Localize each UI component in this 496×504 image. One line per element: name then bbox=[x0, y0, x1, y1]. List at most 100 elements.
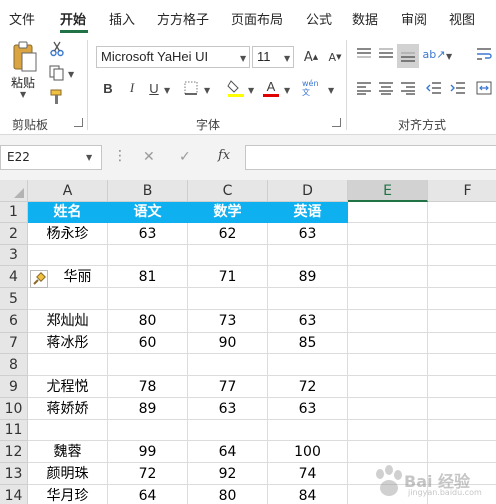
cell-c14[interactable]: 80 bbox=[188, 485, 268, 504]
cell-d13[interactable]: 74 bbox=[268, 463, 348, 485]
row-header[interactable]: 8 bbox=[0, 354, 28, 376]
cell-c10[interactable]: 63 bbox=[188, 398, 268, 420]
cell-d14[interactable]: 84 bbox=[268, 485, 348, 504]
tab-formulas[interactable]: 公式 bbox=[306, 9, 332, 28]
cell-e10[interactable] bbox=[348, 398, 428, 420]
row-header[interactable]: 5 bbox=[0, 288, 28, 310]
cell-c11[interactable] bbox=[188, 420, 268, 441]
tab-data[interactable]: 数据 bbox=[352, 9, 378, 28]
row-header[interactable]: 2 bbox=[0, 223, 28, 245]
cell-c1[interactable]: 数学 bbox=[188, 202, 268, 223]
cell-e2[interactable] bbox=[348, 223, 428, 245]
underline-icon[interactable]: U bbox=[146, 78, 162, 98]
spreadsheet-grid[interactable]: ABCDEF 1 姓名 语文 数学 英语 2 杨永珍 63 62 63 3 4 华丽 81 71 89 5 6 郑灿… bbox=[0, 180, 496, 504]
cell-c12[interactable]: 64 bbox=[188, 441, 268, 463]
fill-color-icon[interactable] bbox=[226, 76, 246, 100]
row-header[interactable]: 9 bbox=[0, 376, 28, 398]
italic-icon[interactable]: I bbox=[124, 78, 140, 98]
orientation-dropdown-icon[interactable]: ▼ bbox=[446, 52, 452, 61]
row-header[interactable]: 4 bbox=[0, 266, 28, 288]
paste-dropdown-icon[interactable]: ▼ bbox=[20, 90, 26, 99]
cell-d11[interactable] bbox=[268, 420, 348, 441]
cell-a9[interactable]: 尤程悦 bbox=[28, 376, 108, 398]
cell-e12[interactable] bbox=[348, 441, 428, 463]
cell-f4[interactable] bbox=[428, 266, 496, 288]
cell-a3[interactable] bbox=[28, 245, 108, 266]
tab-insert[interactable]: 插入 bbox=[109, 9, 135, 28]
format-painter-icon[interactable] bbox=[48, 88, 66, 106]
cell-f8[interactable] bbox=[428, 354, 496, 376]
copy-dropdown-icon[interactable]: ▼ bbox=[68, 70, 74, 79]
enter-icon[interactable]: ✓ bbox=[179, 149, 191, 165]
cell-d9[interactable]: 72 bbox=[268, 376, 348, 398]
cell-c13[interactable]: 92 bbox=[188, 463, 268, 485]
column-header-d[interactable]: D bbox=[268, 180, 348, 202]
cell-b14[interactable]: 64 bbox=[108, 485, 188, 504]
row-header[interactable]: 3 bbox=[0, 245, 28, 266]
cell-a1[interactable]: 姓名 bbox=[28, 202, 108, 223]
name-box-dropdown-icon[interactable]: ▼ bbox=[86, 153, 92, 162]
cell-b11[interactable] bbox=[108, 420, 188, 441]
cell-e6[interactable] bbox=[348, 310, 428, 333]
formula-bar-grip-icon[interactable]: ⋮ bbox=[113, 148, 127, 164]
paste-icon[interactable] bbox=[10, 40, 40, 74]
cell-e11[interactable] bbox=[348, 420, 428, 441]
cell-c2[interactable]: 62 bbox=[188, 223, 268, 245]
cell-f7[interactable] bbox=[428, 333, 496, 354]
font-dialog-launcher-icon[interactable] bbox=[332, 118, 341, 127]
cell-e5[interactable] bbox=[348, 288, 428, 310]
cell-b1[interactable]: 语文 bbox=[108, 202, 188, 223]
cell-b8[interactable] bbox=[108, 354, 188, 376]
align-middle-icon[interactable] bbox=[376, 44, 396, 64]
tab-fangfang[interactable]: 方方格子 bbox=[157, 9, 209, 28]
select-all-button[interactable] bbox=[0, 180, 28, 202]
cell-a2[interactable]: 杨永珍 bbox=[28, 223, 108, 245]
cell-f9[interactable] bbox=[428, 376, 496, 398]
bold-icon[interactable]: B bbox=[100, 78, 116, 98]
column-header-e[interactable]: E bbox=[348, 180, 428, 202]
cell-c9[interactable]: 77 bbox=[188, 376, 268, 398]
column-header-f[interactable]: F bbox=[428, 180, 496, 202]
cell-a6[interactable]: 郑灿灿 bbox=[28, 310, 108, 333]
cancel-icon[interactable]: ✕ bbox=[143, 149, 155, 165]
cell-d4[interactable]: 89 bbox=[268, 266, 348, 288]
cell-e8[interactable] bbox=[348, 354, 428, 376]
cell-c7[interactable]: 90 bbox=[188, 333, 268, 354]
cell-a12[interactable]: 魏蓉 bbox=[28, 441, 108, 463]
cell-d1[interactable]: 英语 bbox=[268, 202, 348, 223]
cell-d5[interactable] bbox=[268, 288, 348, 310]
merge-center-icon[interactable] bbox=[474, 78, 494, 98]
column-header-c[interactable]: C bbox=[188, 180, 268, 202]
decrease-indent-icon[interactable] bbox=[424, 78, 444, 98]
borders-icon[interactable] bbox=[182, 78, 200, 98]
cell-d7[interactable]: 85 bbox=[268, 333, 348, 354]
cell-a11[interactable] bbox=[28, 420, 108, 441]
orientation-icon[interactable]: ab↗ bbox=[423, 44, 446, 64]
cell-e13[interactable] bbox=[348, 463, 428, 485]
phonetic-dropdown-icon[interactable]: ▼ bbox=[328, 86, 334, 95]
tab-page-layout[interactable]: 页面布局 bbox=[231, 9, 283, 28]
borders-dropdown-icon[interactable]: ▼ bbox=[204, 86, 210, 95]
row-header[interactable]: 11 bbox=[0, 420, 28, 441]
cell-a13[interactable]: 颜明珠 bbox=[28, 463, 108, 485]
cell-b10[interactable]: 89 bbox=[108, 398, 188, 420]
cell-e7[interactable] bbox=[348, 333, 428, 354]
cell-d8[interactable] bbox=[268, 354, 348, 376]
row-header[interactable]: 14 bbox=[0, 485, 28, 504]
increase-font-icon[interactable]: A ▲ bbox=[300, 46, 322, 68]
align-top-icon[interactable] bbox=[354, 44, 374, 64]
cell-b5[interactable] bbox=[108, 288, 188, 310]
underline-dropdown-icon[interactable]: ▼ bbox=[164, 86, 170, 95]
column-header-a[interactable]: A bbox=[28, 180, 108, 202]
cell-f10[interactable] bbox=[428, 398, 496, 420]
cell-f11[interactable] bbox=[428, 420, 496, 441]
decrease-font-icon[interactable]: A ▼ bbox=[324, 46, 346, 68]
tab-view[interactable]: 视图 bbox=[449, 9, 475, 28]
cell-c5[interactable] bbox=[188, 288, 268, 310]
tab-home[interactable]: 开始 bbox=[60, 9, 86, 28]
row-header[interactable]: 7 bbox=[0, 333, 28, 354]
cell-d3[interactable] bbox=[268, 245, 348, 266]
font-name-combo[interactable]: Microsoft YaHei UI bbox=[96, 46, 250, 68]
cell-a14[interactable]: 华月珍 bbox=[28, 485, 108, 504]
row-header[interactable]: 1 bbox=[0, 202, 28, 223]
